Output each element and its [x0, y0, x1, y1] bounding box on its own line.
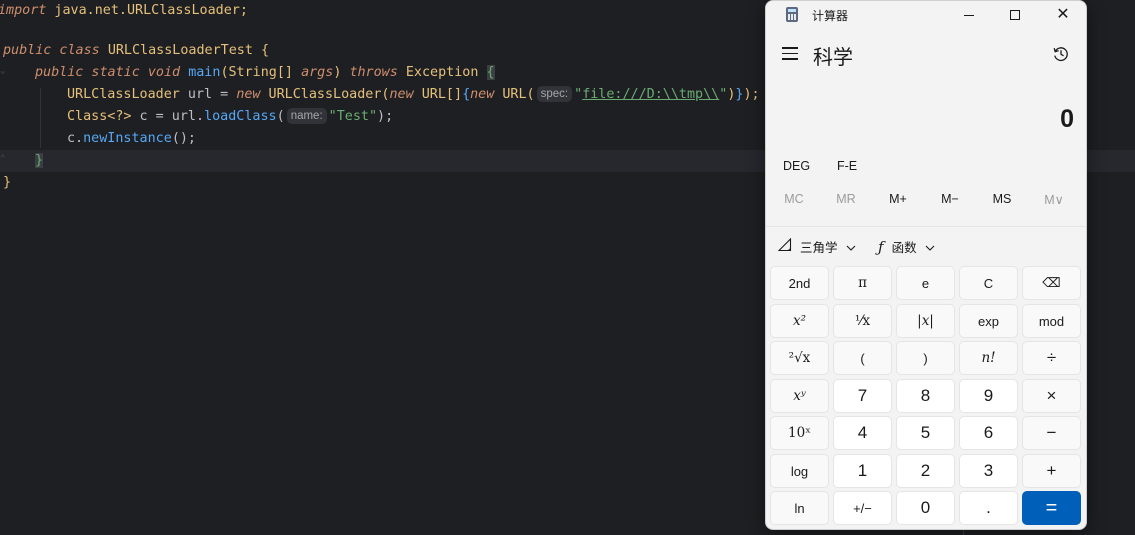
function-icon: ƒ	[878, 237, 884, 256]
digit-0-button[interactable]: 0	[896, 491, 955, 525]
history-icon[interactable]	[1052, 45, 1070, 63]
open-paren-button[interactable]: (	[833, 341, 892, 375]
digit-9-button[interactable]: 9	[959, 379, 1018, 413]
code-line-7: c.newInstance();	[67, 131, 196, 146]
exp-button[interactable]: exp	[959, 304, 1018, 338]
power-button[interactable]: xʸ	[770, 379, 829, 413]
mode-title: 科学	[813, 47, 853, 69]
parameter-hint: name:	[286, 108, 327, 124]
negate-button[interactable]: +/−	[833, 491, 892, 525]
result-display: 0	[1060, 105, 1074, 133]
mod-button[interactable]: mod	[1022, 304, 1081, 338]
add-button[interactable]: +	[1022, 454, 1081, 488]
pi-button[interactable]: π	[833, 266, 892, 300]
equals-button[interactable]: =	[1022, 491, 1081, 525]
minimize-button[interactable]	[946, 1, 992, 29]
memory-list-button[interactable]: M∨	[1028, 192, 1080, 207]
deg-toggle[interactable]: DEG	[783, 159, 810, 173]
calculator-app-icon	[786, 7, 798, 22]
subtract-button[interactable]: −	[1022, 416, 1081, 450]
fe-toggle[interactable]: F-E	[837, 159, 857, 173]
close-icon: ✕	[1056, 6, 1070, 23]
code-line-1: import java.net.URLClassLoader;	[0, 3, 248, 18]
square-button[interactable]: x²	[770, 304, 829, 338]
calculator-window: 计算器 ✕ 科学 0 DEG F-E MC MR M+ M− MS M∨ 三角学…	[765, 0, 1087, 530]
code-line-6: Class<?> c = url.loadClass(name: "Test");	[67, 108, 394, 124]
digit-2-button[interactable]: 2	[896, 454, 955, 488]
title-bar[interactable]: 计算器 ✕	[766, 1, 1086, 29]
memory-add-button[interactable]: M+	[872, 192, 924, 206]
factorial-button[interactable]: n!	[959, 341, 1018, 375]
function-row: 三角学 ƒ 函数	[766, 226, 1086, 267]
maximize-icon	[1010, 10, 1020, 20]
fold-marker: ⌄	[0, 66, 6, 76]
digit-6-button[interactable]: 6	[959, 416, 1018, 450]
fold-marker: ⌃	[0, 154, 6, 164]
memory-recall-button[interactable]: MR	[820, 192, 872, 206]
indent-guide	[40, 88, 41, 148]
calculator-header: 科学	[766, 37, 1086, 73]
ten-power-button[interactable]: 10ˣ	[770, 416, 829, 450]
close-button[interactable]: ✕	[1040, 1, 1086, 29]
file-url-link[interactable]: file:///D:\\tmp\\	[582, 87, 719, 102]
log-button[interactable]: log	[770, 454, 829, 488]
maximize-button[interactable]	[992, 1, 1038, 29]
trigonometry-label: 三角学	[800, 241, 838, 255]
decimal-button[interactable]: .	[959, 491, 1018, 525]
window-title: 计算器	[812, 9, 849, 23]
digit-4-button[interactable]: 4	[833, 416, 892, 450]
second-function-button[interactable]: 2nd	[770, 266, 829, 300]
ln-button[interactable]: ln	[770, 491, 829, 525]
digit-5-button[interactable]: 5	[896, 416, 955, 450]
backspace-button[interactable]: ⌫	[1022, 266, 1081, 300]
clear-button[interactable]: C	[959, 266, 1018, 300]
code-line-4: public static void main(String[] args) t…	[35, 65, 495, 80]
digit-1-button[interactable]: 1	[833, 454, 892, 488]
function-dropdown[interactable]: ƒ 函数	[878, 237, 935, 256]
square-root-button[interactable]: ²√x	[770, 341, 829, 375]
divide-button[interactable]: ÷	[1022, 341, 1081, 375]
euler-button[interactable]: e	[896, 266, 955, 300]
digit-7-button[interactable]: 7	[833, 379, 892, 413]
code-line-8: }	[35, 153, 44, 168]
reciprocal-button[interactable]: ¹⁄x	[833, 304, 892, 338]
menu-icon[interactable]	[782, 47, 798, 61]
triangle-icon	[777, 237, 792, 255]
code-line-3: public class URLClassLoaderTest {	[3, 43, 270, 58]
code-line-9: }	[3, 175, 12, 190]
digit-8-button[interactable]: 8	[896, 379, 955, 413]
memory-clear-button[interactable]: MC	[768, 192, 820, 206]
memory-subtract-button[interactable]: M−	[924, 192, 976, 206]
trigonometry-dropdown[interactable]: 三角学	[777, 237, 856, 256]
minimize-icon	[964, 14, 974, 16]
chevron-down-icon	[925, 240, 935, 254]
absolute-button[interactable]: |x|	[896, 304, 955, 338]
multiply-button[interactable]: ×	[1022, 379, 1081, 413]
parameter-hint: spec:	[536, 86, 573, 102]
code-line-5: URLClassLoader url = new URLClassLoader(…	[67, 86, 760, 102]
chevron-down-icon	[846, 240, 856, 254]
close-paren-button[interactable]: )	[896, 341, 955, 375]
digit-3-button[interactable]: 3	[959, 454, 1018, 488]
memory-row: MC MR M+ M− MS M∨	[766, 192, 1086, 212]
memory-store-button[interactable]: MS	[976, 192, 1028, 206]
function-label: 函数	[891, 241, 917, 255]
